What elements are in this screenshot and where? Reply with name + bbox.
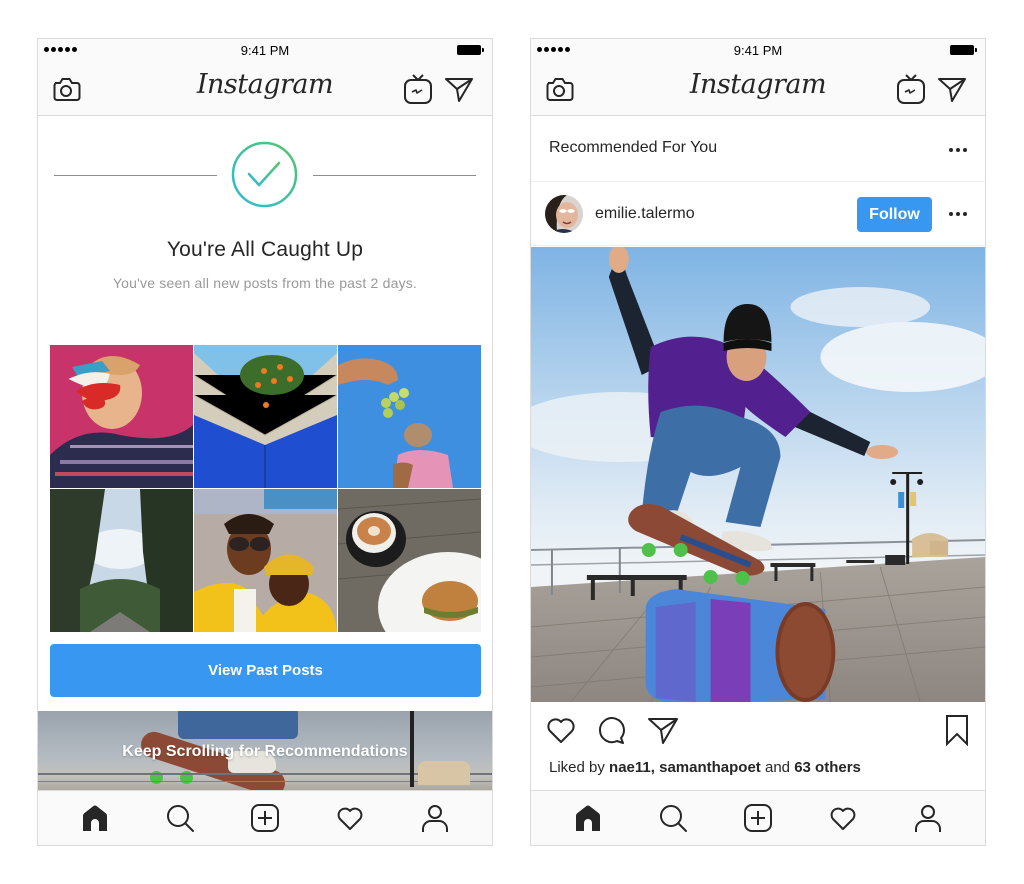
caught-up-subtitle: You've seen all new posts from the past …	[112, 275, 418, 291]
activity-heart-icon	[830, 807, 856, 830]
post-actions-bar	[531, 703, 985, 755]
section-title: Recommended For You	[549, 139, 718, 156]
photo-detail	[418, 761, 470, 785]
phone-screen-caught-up: 9:41 PM Instagram You're All Caught Up Y…	[37, 38, 493, 846]
post-thumbnail[interactable]	[338, 345, 481, 488]
phone-screen-recommended: 9:41 PM Instagram Recommended For You em…	[530, 38, 986, 846]
post-header: emilie.talermo Follow	[531, 183, 985, 246]
igtv-icon[interactable]	[895, 72, 927, 106]
tab-activity[interactable]	[826, 801, 860, 835]
search-icon	[166, 805, 194, 832]
bottom-tab-bar	[531, 790, 985, 845]
tab-home[interactable]	[571, 801, 605, 835]
new-post-icon	[743, 804, 772, 832]
post-thumbnail[interactable]	[338, 489, 481, 632]
post-thumbnail[interactable]	[50, 345, 193, 488]
keep-scrolling-label: Keep Scrolling for Recommendations	[122, 743, 408, 760]
caught-up-section: You're All Caught Up You've seen all new…	[38, 117, 492, 342]
recommended-section-header: Recommended For You	[531, 117, 985, 182]
tab-new-post[interactable]	[741, 801, 775, 835]
post-thumbnail[interactable]	[194, 489, 337, 632]
direct-message-icon[interactable]	[937, 75, 967, 103]
more-options-icon[interactable]	[947, 146, 969, 154]
profile-icon	[422, 805, 449, 832]
battery-icon	[457, 45, 484, 55]
bottom-tab-bar	[38, 790, 492, 845]
tab-profile[interactable]	[418, 801, 452, 835]
checkmark-circle-icon	[231, 141, 298, 208]
search-icon	[659, 805, 687, 832]
new-post-icon	[250, 804, 279, 832]
liker-link[interactable]: nae11	[609, 759, 651, 776]
share-icon[interactable]	[647, 714, 679, 746]
top-nav-bar: Instagram	[38, 61, 492, 116]
status-bar: 9:41 PM	[531, 39, 985, 61]
tab-activity[interactable]	[333, 801, 367, 835]
avatar-image	[545, 195, 583, 233]
liker-link[interactable]: samanthapoet	[659, 759, 761, 776]
photo-coffee-burger	[338, 489, 481, 632]
igtv-icon[interactable]	[402, 72, 434, 106]
avatar[interactable]	[545, 195, 583, 233]
post-username[interactable]: emilie.talermo	[595, 205, 695, 223]
activity-heart-icon	[337, 807, 363, 830]
photo-friends-selfie	[194, 489, 337, 632]
post-thumbnail[interactable]	[50, 489, 193, 632]
likes-separator: ,	[650, 759, 660, 776]
like-icon[interactable]	[545, 714, 577, 746]
caught-up-title: You're All Caught Up	[166, 238, 364, 261]
photo-detail	[178, 711, 298, 739]
save-bookmark-icon[interactable]	[941, 714, 973, 746]
profile-icon	[915, 805, 942, 832]
photo-sunglasses-woman	[50, 345, 193, 488]
divider-line	[313, 175, 476, 176]
view-past-posts-button[interactable]: View Past Posts	[50, 644, 481, 697]
status-bar: 9:41 PM	[38, 39, 492, 61]
direct-message-icon[interactable]	[444, 75, 474, 103]
status-time: 9:41 PM	[240, 43, 290, 58]
keep-scrolling-banner[interactable]: Keep Scrolling for Recommendations	[38, 711, 492, 792]
battery-icon	[950, 45, 977, 55]
photo-pine-trees	[50, 489, 193, 632]
more-options-icon[interactable]	[947, 210, 969, 218]
divider-line	[54, 175, 217, 176]
top-nav-bar: Instagram	[531, 61, 985, 116]
post-thumbnail[interactable]	[194, 345, 337, 488]
photo-dog-grapes	[338, 345, 481, 488]
likes-summary: Liked by nae11, samanthapoet and 63 othe…	[549, 759, 861, 776]
likes-and: and	[760, 759, 795, 776]
follow-button[interactable]: Follow	[857, 197, 932, 232]
tab-new-post[interactable]	[248, 801, 282, 835]
likes-prefix: Liked by	[549, 759, 610, 776]
tab-search[interactable]	[656, 801, 690, 835]
photo-blue-wall	[194, 345, 337, 488]
photo-skateboarder	[531, 247, 985, 702]
tab-search[interactable]	[163, 801, 197, 835]
post-photo[interactable]	[531, 247, 985, 702]
past-posts-grid	[50, 345, 481, 632]
comment-icon[interactable]	[595, 714, 627, 746]
home-icon	[82, 805, 107, 831]
home-icon	[575, 805, 600, 831]
tab-home[interactable]	[78, 801, 112, 835]
likes-others-link[interactable]: 63 others	[794, 759, 861, 776]
status-time: 9:41 PM	[733, 43, 783, 58]
tab-profile[interactable]	[911, 801, 945, 835]
